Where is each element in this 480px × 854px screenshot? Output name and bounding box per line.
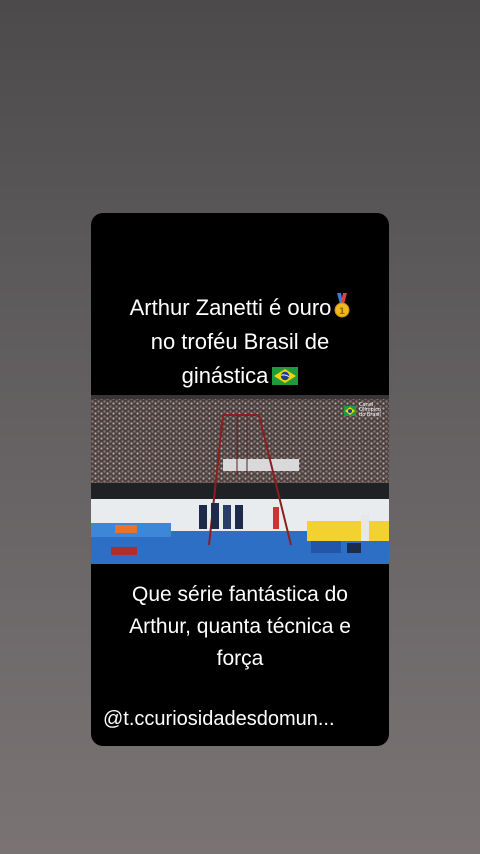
post-title: Arthur Zanetti é ouro 1 no troféu Brasil … <box>91 291 389 393</box>
brazil-flag-icon <box>272 361 299 385</box>
caption-line-1: Que série fantástica do <box>132 583 348 606</box>
video-player[interactable]: Canal Olímpico do Brasil <box>91 395 389 564</box>
title-line-2: no troféu Brasil de <box>150 329 330 354</box>
svg-text:1: 1 <box>339 307 345 317</box>
broadcaster-logo: Canal Olímpico do Brasil <box>344 403 381 418</box>
gymnastics-video-frame <box>91 395 389 564</box>
story-card[interactable]: Arthur Zanetti é ouro 1 no troféu Brasil … <box>91 213 389 746</box>
post-caption: Que série fantástica do Arthur, quanta t… <box>91 579 389 675</box>
title-line-3-text: ginástica <box>181 363 269 388</box>
title-line-1-text: Arthur Zanetti é ouro <box>129 295 332 320</box>
title-line-3: ginástica <box>91 359 389 393</box>
caption-line-2: Arthur, quanta técnica e <box>129 615 351 638</box>
title-line-1: Arthur Zanetti é ouro 1 <box>91 291 389 325</box>
broadcaster-line-3: do Brasil <box>359 412 381 418</box>
caption-line-3: força <box>216 647 264 670</box>
gold-medal-icon: 1 <box>334 293 350 319</box>
olympic-channel-icon <box>344 405 357 416</box>
account-handle[interactable]: @t.ccuriosidadesdomun... <box>103 705 379 733</box>
